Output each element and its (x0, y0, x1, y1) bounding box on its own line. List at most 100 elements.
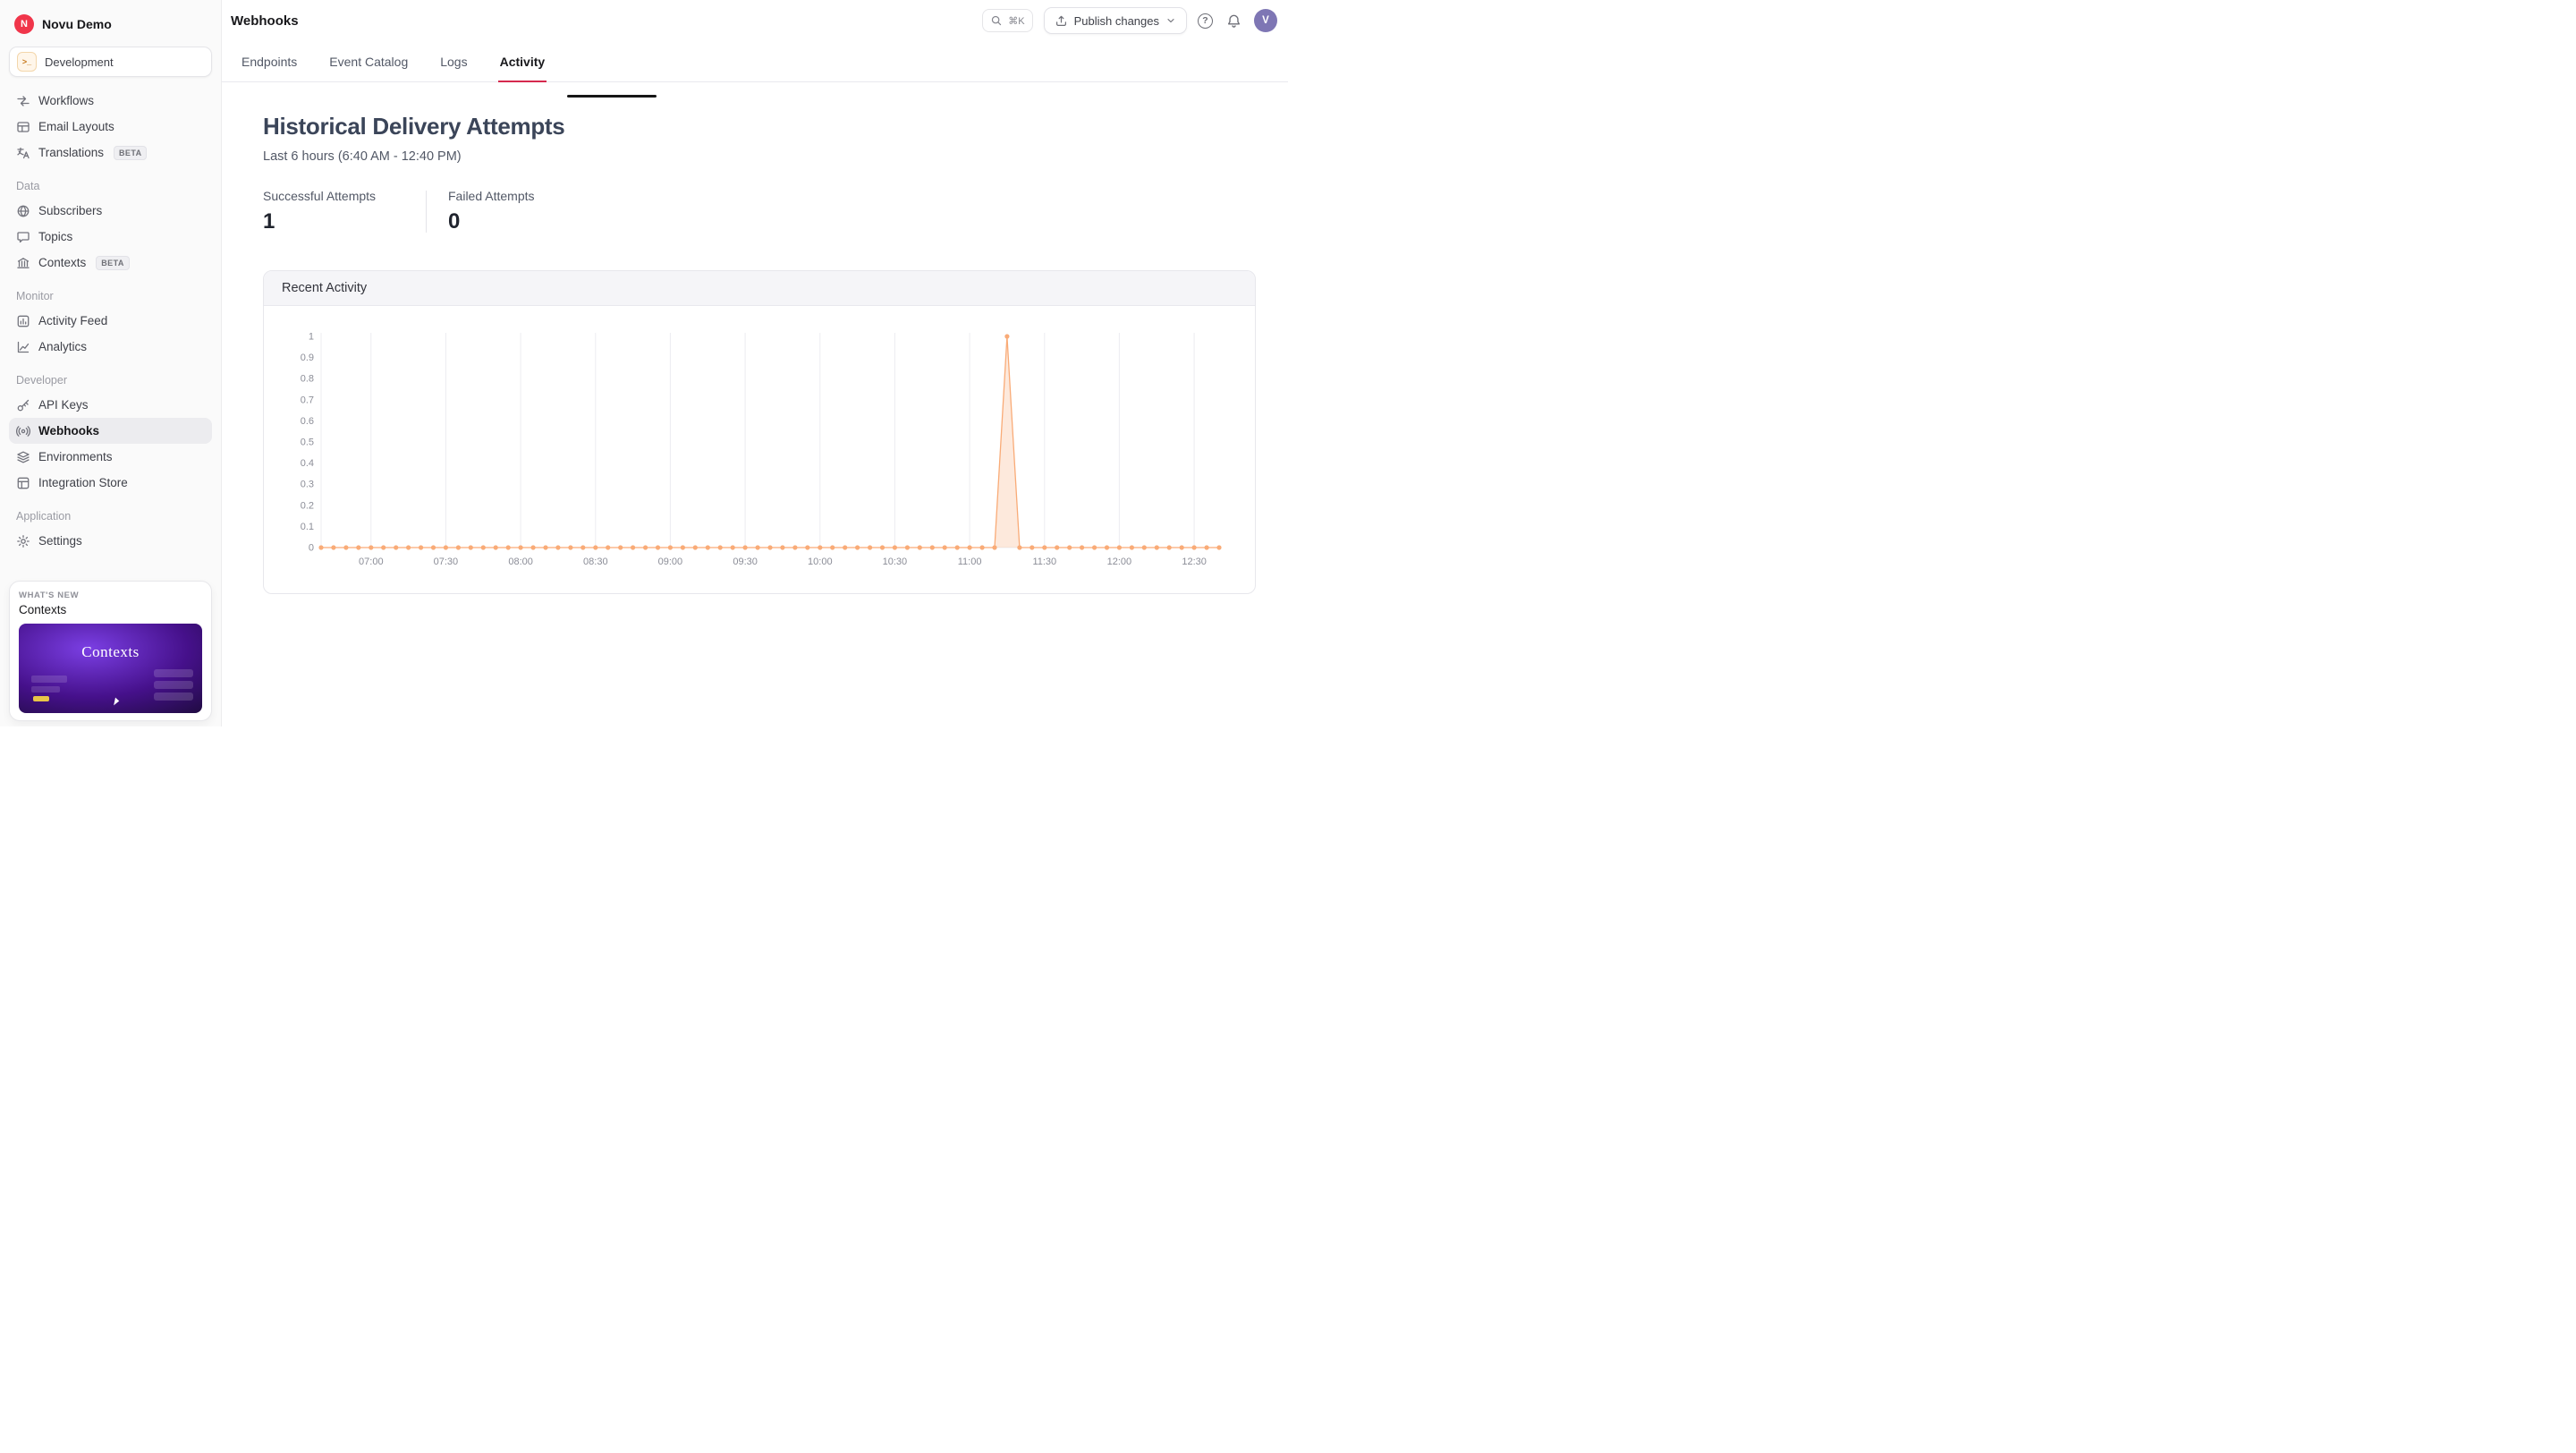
search-icon (990, 14, 1003, 27)
publish-changes-label: Publish changes (1074, 14, 1159, 28)
publish-icon (1055, 14, 1068, 28)
header-actions: ⌘K Publish changes ? V (982, 7, 1277, 34)
sidebar-item-topics[interactable]: Topics (9, 224, 212, 250)
sidebar-item-translations[interactable]: Translations BETA (9, 140, 212, 166)
dark-indicator-bar (567, 95, 657, 98)
notifications-bell-button[interactable] (1224, 11, 1243, 30)
sidebar-item-label: Topics (38, 231, 72, 243)
translations-icon (16, 146, 30, 160)
stat-value: 0 (448, 209, 589, 234)
sidebar-item-subscribers[interactable]: Subscribers (9, 198, 212, 224)
tab-endpoints[interactable]: Endpoints (240, 55, 299, 82)
tab-logs[interactable]: Logs (438, 55, 469, 82)
sidebar-item-label: Webhooks (38, 425, 99, 438)
sidebar-item-integration-store[interactable]: Integration Store (9, 470, 212, 496)
thumbnail-mock-bar (31, 676, 67, 683)
svg-text:0.5: 0.5 (301, 438, 314, 448)
environment-selector[interactable]: >_ Development (9, 47, 212, 77)
svg-text:0.6: 0.6 (301, 416, 314, 427)
sidebar-item-label: Settings (38, 535, 82, 548)
search-button[interactable]: ⌘K (982, 9, 1032, 32)
svg-text:10:30: 10:30 (883, 557, 908, 567)
user-avatar[interactable]: V (1254, 9, 1277, 32)
subscribers-icon (16, 204, 30, 218)
help-button[interactable]: ? (1198, 13, 1213, 29)
environments-icon (16, 450, 30, 464)
tab-event-catalog[interactable]: Event Catalog (327, 55, 410, 82)
section-title-developer: Developer (16, 374, 205, 387)
whats-new-title: Contexts (19, 603, 202, 616)
sidebar-item-label: Activity Feed (38, 315, 107, 327)
thumbnail-mock-pill (154, 669, 193, 677)
stat-label: Failed Attempts (448, 189, 589, 203)
environment-label: Development (45, 55, 114, 69)
sidebar-item-settings[interactable]: Settings (9, 528, 212, 554)
sidebar-item-api-keys[interactable]: API Keys (9, 392, 212, 418)
section-subheading: Last 6 hours (6:40 AM - 12:40 PM) (263, 149, 1256, 164)
thumbnail-cursor-icon (114, 698, 120, 707)
org-name: Novu Demo (42, 17, 112, 31)
sidebar-item-contexts[interactable]: Contexts BETA (9, 250, 212, 276)
beta-badge: BETA (114, 146, 147, 160)
top-header: Webhooks ⌘K Publish changes (222, 0, 1288, 41)
beta-badge: BETA (96, 256, 129, 270)
sidebar-item-label: Subscribers (38, 205, 102, 217)
svg-text:09:00: 09:00 (658, 557, 683, 567)
sidebar-item-activity-feed[interactable]: Activity Feed (9, 308, 212, 334)
analytics-icon (16, 340, 30, 354)
sidebar-item-label: Translations (38, 147, 104, 159)
section-title-monitor: Monitor (16, 290, 205, 302)
svg-text:10:00: 10:00 (808, 557, 833, 567)
sidebar-item-analytics[interactable]: Analytics (9, 334, 212, 360)
search-shortcut: ⌘K (1008, 15, 1024, 27)
svg-text:07:30: 07:30 (434, 557, 459, 567)
bell-icon (1226, 13, 1241, 29)
chart-container[interactable]: 07:0007:3008:0008:3009:0009:3010:0010:30… (264, 306, 1255, 593)
org-switcher[interactable]: N Novu Demo (9, 11, 212, 38)
svg-text:12:00: 12:00 (1107, 557, 1132, 567)
thumbnail-mock-pill (154, 693, 193, 701)
sidebar-item-label: Environments (38, 451, 113, 463)
recent-activity-card: Recent Activity 07:0007:3008:0008:3009:0… (263, 270, 1256, 594)
sidebar-item-environments[interactable]: Environments (9, 444, 212, 470)
app-root: N Novu Demo >_ Development Workflows Ema… (0, 0, 1288, 726)
svg-text:0: 0 (309, 543, 314, 554)
section-title-application: Application (16, 510, 205, 523)
whats-new-card[interactable]: WHAT'S NEW Contexts Contexts (9, 581, 212, 721)
tab-activity[interactable]: Activity (498, 55, 547, 82)
main-area: Webhooks ⌘K Publish changes (222, 0, 1288, 726)
sidebar-item-email-layouts[interactable]: Email Layouts (9, 114, 212, 140)
svg-text:0.4: 0.4 (301, 458, 314, 469)
publish-changes-button[interactable]: Publish changes (1044, 7, 1187, 34)
svg-text:0.2: 0.2 (301, 500, 314, 511)
chevron-down-icon (1165, 15, 1176, 26)
svg-text:0.7: 0.7 (301, 395, 314, 405)
thumbnail-mock-badge (33, 696, 49, 701)
settings-gear-icon (16, 534, 30, 548)
integration-store-icon (16, 476, 30, 490)
svg-text:07:00: 07:00 (359, 557, 384, 567)
sidebar-nav: Workflows Email Layouts Translations BET… (9, 88, 212, 554)
svg-text:0.8: 0.8 (301, 374, 314, 385)
section-heading: Historical Delivery Attempts (263, 113, 1256, 140)
sidebar-item-workflows[interactable]: Workflows (9, 88, 212, 114)
svg-text:1: 1 (309, 332, 314, 343)
sidebar-item-label: API Keys (38, 399, 89, 412)
svg-text:08:30: 08:30 (583, 557, 608, 567)
email-layouts-icon (16, 120, 30, 134)
svg-text:11:30: 11:30 (1032, 557, 1056, 567)
sidebar-item-label: Integration Store (38, 477, 128, 489)
whats-new-thumbnail[interactable]: Contexts (19, 624, 202, 713)
activity-content: Historical Delivery Attempts Last 6 hour… (222, 82, 1288, 594)
svg-text:12:30: 12:30 (1182, 557, 1207, 567)
delivery-attempts-chart[interactable]: 07:0007:3008:0008:3009:0009:3010:0010:30… (282, 322, 1232, 580)
stats-row: Successful Attempts 1 Failed Attempts 0 (263, 189, 1256, 234)
sidebar: N Novu Demo >_ Development Workflows Ema… (0, 0, 222, 726)
thumbnail-mock-bar (31, 686, 60, 693)
tab-bar: Endpoints Event Catalog Logs Activity (222, 41, 1288, 82)
api-keys-icon (16, 398, 30, 412)
sidebar-item-webhooks[interactable]: Webhooks (9, 418, 212, 444)
contexts-icon (16, 256, 30, 270)
svg-text:09:30: 09:30 (733, 557, 758, 567)
svg-text:0.1: 0.1 (301, 522, 314, 532)
